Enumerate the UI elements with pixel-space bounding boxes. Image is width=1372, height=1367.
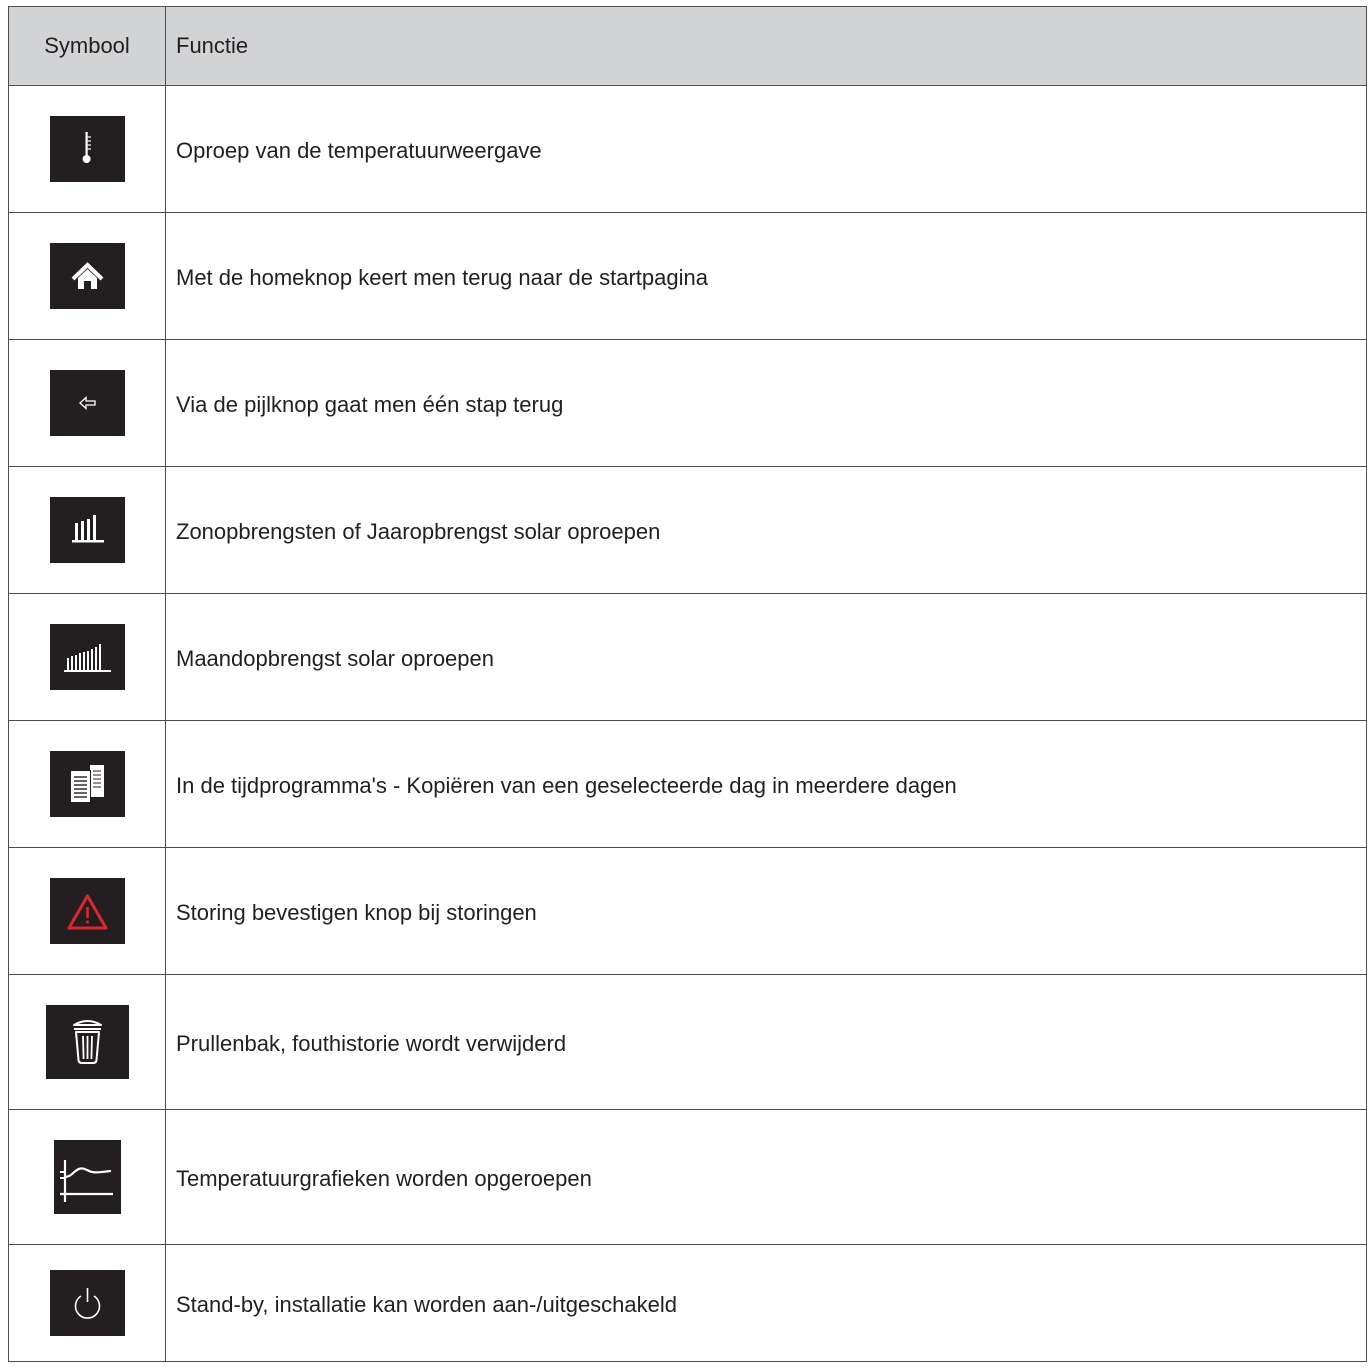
- table-row: Stand-by, installatie kan worden aan-/ui…: [8, 1244, 1367, 1362]
- table-row: Storing bevestigen knop bij storingen: [8, 847, 1367, 975]
- table-row: Maandopbrengst solar oproepen: [8, 593, 1367, 721]
- description-cell: Met de homeknop keert men terug naar de …: [165, 212, 1367, 340]
- symbol-cell: [8, 593, 166, 721]
- symbol-function-table: Symbool Functie Oproep van de temperatuu…: [8, 6, 1367, 1362]
- table-row: Zonopbrengsten of Jaaropbrengst solar op…: [8, 466, 1367, 594]
- warning-triangle-icon: [49, 878, 125, 944]
- symbol-cell: [8, 466, 166, 594]
- table-header: Symbool Functie: [8, 6, 1367, 86]
- description-text: Oproep van de temperatuurweergave: [176, 138, 542, 163]
- description-cell: Zonopbrengsten of Jaaropbrengst solar op…: [165, 466, 1367, 594]
- description-text: Via de pijlknop gaat men één stap terug: [176, 392, 564, 417]
- back-arrow-icon: [49, 370, 125, 436]
- table-body: Oproep van de temperatuurweergave Met de…: [8, 85, 1367, 1362]
- header-function: Functie: [165, 6, 1367, 86]
- trash-bin-icon: [45, 1005, 129, 1079]
- description-text: Maandopbrengst solar oproepen: [176, 646, 495, 671]
- description-text: Met de homeknop keert men terug naar de …: [176, 265, 708, 290]
- description-text: Prullenbak, fouthistorie wordt verwijder…: [176, 1031, 567, 1056]
- symbol-cell: [8, 339, 166, 467]
- description-cell: Stand-by, installatie kan worden aan-/ui…: [165, 1244, 1367, 1362]
- description-text: In de tijdprogramma's - Kopiëren van een…: [176, 773, 957, 798]
- table-row: Via de pijlknop gaat men één stap terug: [8, 339, 1367, 467]
- symbol-cell: [8, 1244, 166, 1362]
- header-row: Symbool Functie: [8, 6, 1367, 86]
- copy-documents-icon: [49, 751, 125, 817]
- description-text: Stand-by, installatie kan worden aan-/ui…: [176, 1292, 678, 1317]
- symbol-cell: [8, 1109, 166, 1245]
- symbol-cell: [8, 974, 166, 1110]
- table-row: In de tijdprogramma's - Kopiëren van een…: [8, 720, 1367, 848]
- description-cell: Oproep van de temperatuurweergave: [165, 85, 1367, 213]
- temperature-graph-icon: [53, 1140, 121, 1214]
- description-cell: Maandopbrengst solar oproepen: [165, 593, 1367, 721]
- description-text: Storing bevestigen knop bij storingen: [176, 900, 537, 925]
- home-icon: [49, 243, 125, 309]
- description-cell: In de tijdprogramma's - Kopiëren van een…: [165, 720, 1367, 848]
- table-row: Oproep van de temperatuurweergave: [8, 85, 1367, 213]
- table-row: Met de homeknop keert men terug naar de …: [8, 212, 1367, 340]
- thermometer-icon: [49, 116, 125, 182]
- header-symbol: Symbool: [8, 6, 166, 86]
- description-cell: Via de pijlknop gaat men één stap terug: [165, 339, 1367, 467]
- description-cell: Prullenbak, fouthistorie wordt verwijder…: [165, 974, 1367, 1110]
- monthly-yield-bars-icon: [49, 624, 125, 690]
- yearly-yield-bars-icon: [49, 497, 125, 563]
- description-cell: Storing bevestigen knop bij storingen: [165, 847, 1367, 975]
- table-row: Prullenbak, fouthistorie wordt verwijder…: [8, 974, 1367, 1110]
- description-cell: Temperatuurgrafieken worden opgeroepen: [165, 1109, 1367, 1245]
- symbol-cell: [8, 847, 166, 975]
- table-row: Temperatuurgrafieken worden opgeroepen: [8, 1109, 1367, 1245]
- symbol-cell: [8, 720, 166, 848]
- description-text: Zonopbrengsten of Jaaropbrengst solar op…: [176, 519, 661, 544]
- power-icon: [49, 1270, 125, 1336]
- description-text: Temperatuurgrafieken worden opgeroepen: [176, 1166, 592, 1191]
- symbol-cell: [8, 85, 166, 213]
- symbol-cell: [8, 212, 166, 340]
